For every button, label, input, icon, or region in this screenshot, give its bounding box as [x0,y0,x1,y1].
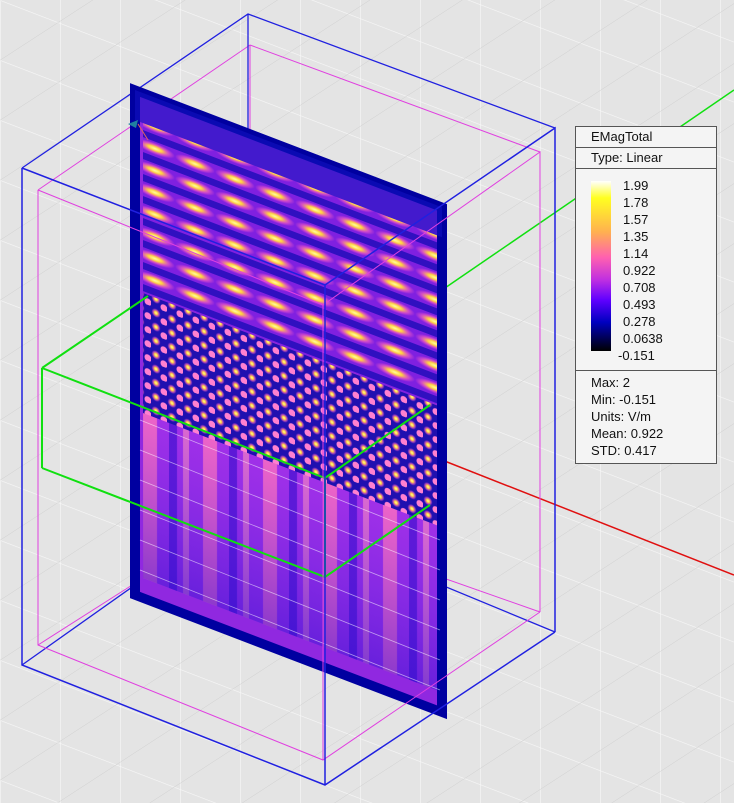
field-legend[interactable]: EMagTotal Type: Linear 1.99 1.78 1.57 1.… [575,126,717,464]
legend-tick: -0.151 [618,348,655,363]
legend-scale: 1.99 1.78 1.57 1.35 1.14 0.922 0.708 0.4… [576,169,716,371]
stat-min: Min: -0.151 [591,392,657,407]
legend-tick: 0.708 [623,280,656,295]
stat-std: STD: 0.417 [591,443,657,458]
legend-title: EMagTotal [576,127,716,148]
stat-mean: Mean: 0.922 [591,426,664,441]
legend-tick: 1.57 [623,212,649,227]
legend-tick: 0.922 [623,263,656,278]
legend-stats: Max: 2 Min: -0.151 Units: V/m Mean: 0.92… [576,371,716,463]
color-bar [591,181,611,351]
legend-tick: 0.278 [623,314,656,329]
legend-tick: 1.99 [623,178,649,193]
legend-tick: 1.35 [623,229,649,244]
stat-units: Units: V/m [591,409,651,424]
legend-tick: 1.14 [623,246,649,261]
stat-max: Max: 2 [591,375,631,390]
legend-tick: 1.78 [623,195,649,210]
legend-type: Type: Linear [576,148,716,169]
legend-tick: 0.493 [623,297,656,312]
legend-tick: 0.0638 [623,331,663,346]
